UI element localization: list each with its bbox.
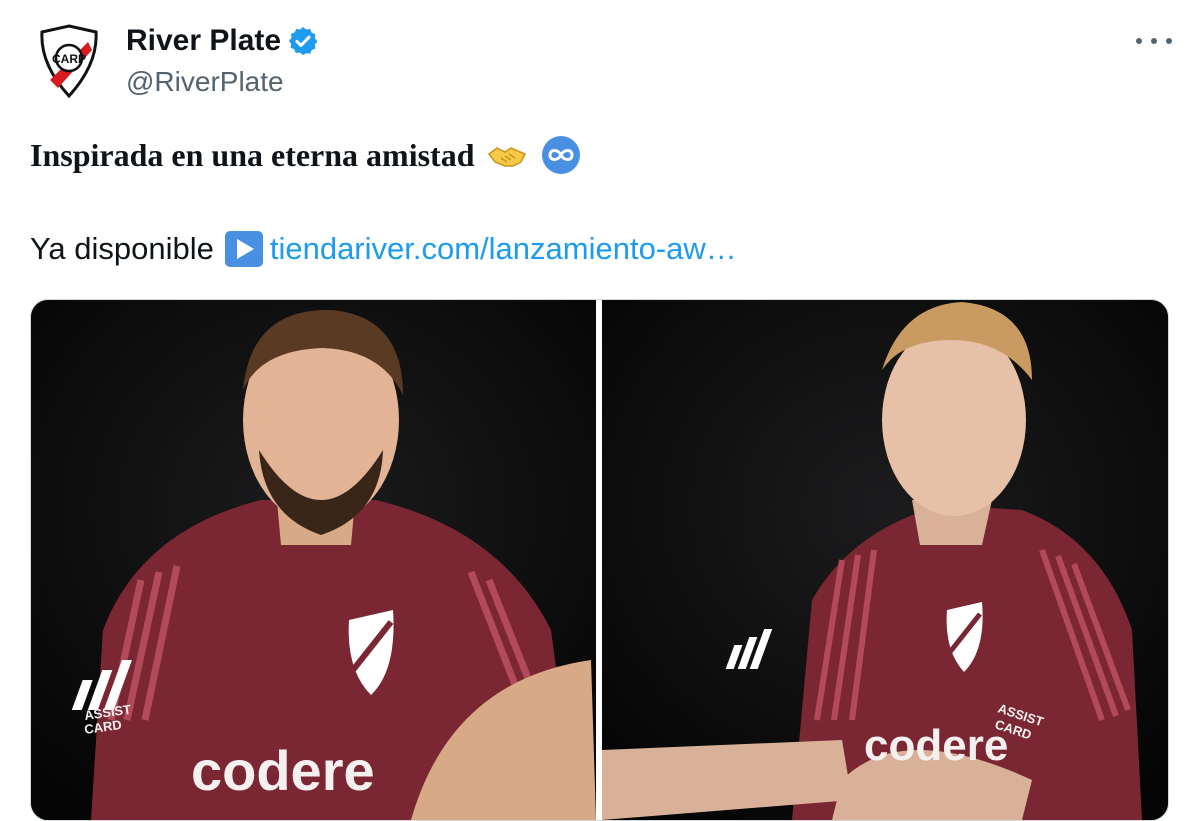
handshake-emoji [487,147,526,167]
river-plate-crest-icon[interactable]: CARP [38,24,100,98]
tweet-media-grid: codere ASSIST CARD codere ASSIST CARD [30,299,1169,821]
tweet-headline: Inspirada en una eterna amistad [30,134,581,176]
play-button-emoji [224,231,263,267]
body-prefix-text: Ya disponible [30,231,214,266]
more-dot [1166,38,1172,44]
player-photo-right-image: codere ASSIST CARD [602,300,1168,820]
svg-text:codere: codere [191,739,375,802]
tweet-body-line: Ya disponible tiendariver.com/lanzamient… [30,228,737,270]
player-photo-right[interactable]: codere ASSIST CARD [602,300,1168,820]
author-name-row: River Plate [126,22,319,60]
player-photo-left-image: codere ASSIST CARD [31,300,596,820]
store-link[interactable]: tiendariver.com/lanzamiento-aw… [270,228,737,270]
more-dots-icon[interactable] [1136,28,1172,54]
svg-text:CARP: CARP [52,52,86,66]
author-handle[interactable]: @RiverPlate [126,64,284,100]
verified-badge-icon [289,27,318,55]
more-dot [1151,38,1157,44]
tweet-header: CARP River Plate @RiverPlate [32,20,1172,110]
headline-text: Inspirada en una eterna amistad [30,137,475,173]
player-photo-left[interactable]: codere ASSIST CARD [31,300,596,820]
author-display-name[interactable]: River Plate [126,22,281,60]
infinity-emoji [541,136,580,174]
more-dot [1136,38,1142,44]
svg-text:codere: codere [864,721,1008,770]
